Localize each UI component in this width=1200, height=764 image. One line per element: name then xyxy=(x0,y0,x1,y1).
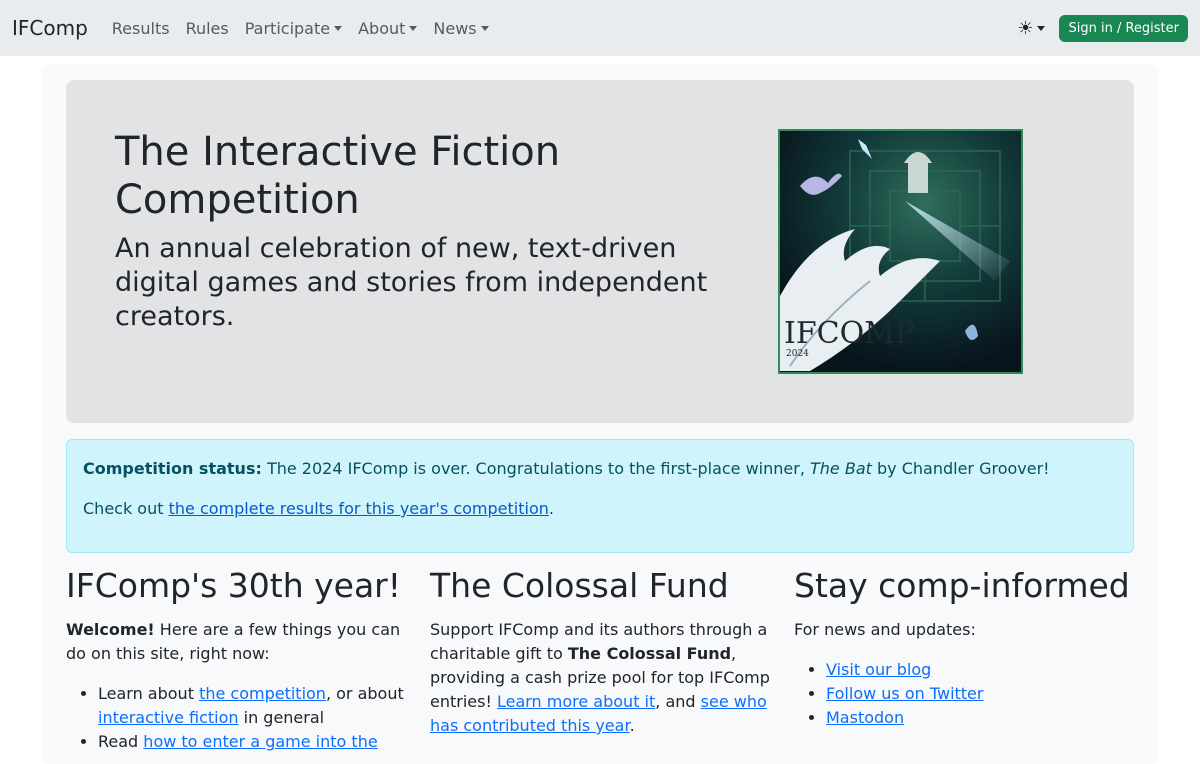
status-label: Competition status: xyxy=(83,459,262,478)
nav-about-dropdown[interactable]: About xyxy=(358,18,418,38)
welcome-paragraph: Welcome! Here are a few things you can d… xyxy=(66,618,406,666)
caret-down-icon xyxy=(480,25,489,31)
nav-news-label: News xyxy=(433,18,477,38)
column-stay-informed: Stay comp-informed For news and updates:… xyxy=(794,566,1134,730)
list-item: Read how to enter a game into the xyxy=(98,730,406,754)
item1-prefix: Learn about xyxy=(98,684,200,703)
col3-intro: For news and updates: xyxy=(794,620,976,639)
sun-icon: ☀ xyxy=(1017,17,1034,39)
caret-down-icon xyxy=(334,25,343,31)
ifcomp-2024-artwork: IFCOMP 2024 xyxy=(778,129,1023,374)
status-text-after: by Chandler Groover! xyxy=(871,459,1050,478)
nav-about-label: About xyxy=(358,18,406,38)
blog-link[interactable]: Visit our blog xyxy=(826,660,931,679)
twitter-link[interactable]: Follow us on Twitter xyxy=(826,684,983,703)
col2-text4: . xyxy=(629,716,635,735)
artwork-logo-text: IFCOMP xyxy=(784,316,915,351)
nav-rules-label: Rules xyxy=(185,18,229,38)
hero-subtitle: An annual celebration of new, text-drive… xyxy=(115,233,708,332)
colossal-paragraph: Support IFComp and its authors through a… xyxy=(430,618,770,738)
navbar: IFComp Results Rules Participate About N… xyxy=(0,0,1200,56)
competition-status-alert: Competition status: The 2024 IFComp is o… xyxy=(66,439,1134,553)
nav-right: ☀ Sign in / Register xyxy=(1017,14,1188,42)
welcome-bold: Welcome! xyxy=(66,620,155,639)
nav-participate-label: Participate xyxy=(244,18,331,38)
item2-prefix: Read xyxy=(98,732,144,751)
brand-link[interactable]: IFComp xyxy=(12,16,88,40)
sign-in-button[interactable]: Sign in / Register xyxy=(1059,14,1188,42)
learn-more-link[interactable]: Learn more about it xyxy=(497,692,655,711)
artwork-year-text: 2024 xyxy=(786,349,809,359)
results-suffix: . xyxy=(548,499,554,518)
colossal-fund-bold: The Colossal Fund xyxy=(567,644,732,663)
caret-down-icon xyxy=(409,25,418,31)
nav-news-dropdown[interactable]: News xyxy=(433,18,489,38)
nav-results[interactable]: Results xyxy=(112,19,170,38)
winner-title: The Bat xyxy=(810,459,872,478)
col3-heading: Stay comp-informed xyxy=(794,566,1130,605)
hero-jumbotron: The Interactive Fiction Competition An a… xyxy=(66,80,1134,423)
theme-toggle[interactable]: ☀ xyxy=(1017,17,1046,39)
item1-suffix: in general xyxy=(238,708,325,727)
nav-rules[interactable]: Rules xyxy=(186,19,229,38)
caret-down-icon xyxy=(1037,25,1046,31)
item1-mid: , or about xyxy=(325,684,404,703)
results-prefix: Check out xyxy=(83,499,169,518)
status-text-before: The 2024 IFComp is over. Congratulations… xyxy=(261,459,810,478)
interactive-fiction-link[interactable]: interactive fiction xyxy=(98,708,239,727)
list-item: Learn about the competition, or about in… xyxy=(98,682,406,730)
results-link[interactable]: the complete results for this year's com… xyxy=(169,499,549,518)
col1-list: Learn about the competition, or about in… xyxy=(66,682,406,754)
col2-heading: The Colossal Fund xyxy=(430,566,729,605)
nav-results-label: Results xyxy=(111,18,170,38)
col2-text3: , and xyxy=(655,692,701,711)
status-line: Competition status: The 2024 IFComp is o… xyxy=(83,458,1117,480)
artwork-svg: IFCOMP 2024 xyxy=(780,131,1021,372)
column-colossal-fund: The Colossal Fund Support IFComp and its… xyxy=(430,566,770,754)
list-item: Mastodon xyxy=(826,706,1134,730)
competition-link[interactable]: the competition xyxy=(199,684,326,703)
mastodon-link[interactable]: Mastodon xyxy=(826,708,904,727)
list-item: Follow us on Twitter xyxy=(826,682,1134,706)
column-30th-year: IFComp's 30th year! Welcome! Here are a … xyxy=(66,566,406,754)
results-line: Check out the complete results for this … xyxy=(83,498,1117,520)
nav-participate-dropdown[interactable]: Participate xyxy=(244,18,343,38)
list-item: Visit our blog xyxy=(826,658,1134,682)
col3-list: Visit our blog Follow us on Twitter Mast… xyxy=(794,658,1134,730)
how-to-enter-link[interactable]: how to enter a game into the xyxy=(143,732,377,751)
col1-heading: IFComp's 30th year! xyxy=(66,566,401,605)
hero-title: The Interactive Fiction Competition xyxy=(115,129,561,223)
